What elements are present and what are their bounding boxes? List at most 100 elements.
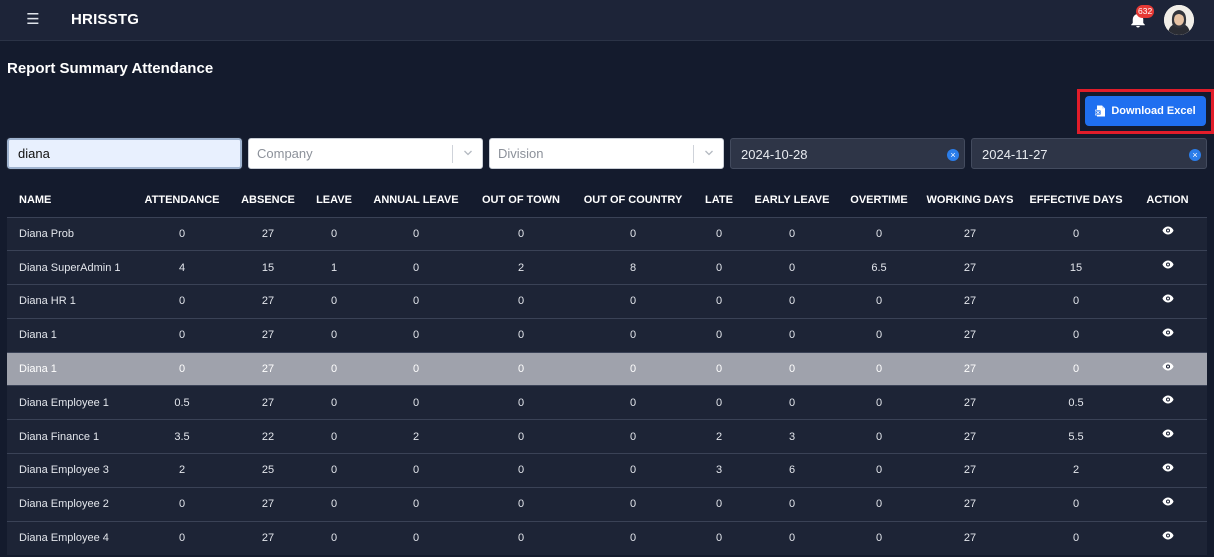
cell-early-leave: 0 xyxy=(788,363,796,376)
cell-overtime: 0 xyxy=(875,396,883,409)
cell-annual-leave: 0 xyxy=(412,498,420,511)
table-row[interactable]: Diana Prob 0 27 0 0 0 0 0 0 0 27 0 xyxy=(7,217,1207,251)
cell-leave: 0 xyxy=(330,498,338,511)
user-avatar[interactable] xyxy=(1164,5,1194,35)
eye-icon[interactable] xyxy=(1162,260,1174,269)
cell-early-leave: 0 xyxy=(788,261,796,274)
table-row[interactable]: Diana 1 0 27 0 0 0 0 0 0 0 27 0 xyxy=(7,352,1207,386)
eye-icon[interactable] xyxy=(1162,328,1174,337)
eye-icon[interactable] xyxy=(1162,463,1174,472)
table-row[interactable]: Diana 1 0 27 0 0 0 0 0 0 0 27 0 xyxy=(7,318,1207,353)
cell-absence: 27 xyxy=(261,329,275,342)
cell-effective-days: 0 xyxy=(1072,329,1080,342)
cell-working-days: 27 xyxy=(963,430,977,443)
cell-annual-leave: 0 xyxy=(412,396,420,409)
cell-annual-leave: 0 xyxy=(412,329,420,342)
cell-attendance: 4 xyxy=(178,261,186,274)
cell-early-leave: 0 xyxy=(788,295,796,308)
eye-icon[interactable] xyxy=(1162,531,1174,540)
cell-annual-leave: 0 xyxy=(412,464,420,477)
eye-icon[interactable] xyxy=(1162,395,1174,404)
table-row[interactable]: Diana Employee 1 0.5 27 0 0 0 0 0 0 0 27 0.5 xyxy=(7,385,1207,420)
cell-out-of-town: 0 xyxy=(517,396,525,409)
table-header-row: NAME ATTENDANCE ABSENCE LEAVE ANNUAL LEAVE OU… xyxy=(7,184,1207,217)
division-select[interactable]: Division xyxy=(489,138,724,169)
cell-effective-days: 15 xyxy=(1069,261,1083,274)
cell-out-of-town: 0 xyxy=(517,532,525,545)
cell-annual-leave: 0 xyxy=(412,261,420,274)
table-row[interactable]: Diana HR 1 0 27 0 0 0 0 0 0 0 27 0 xyxy=(7,284,1207,319)
eye-icon[interactable] xyxy=(1162,226,1174,235)
table-row[interactable]: Diana SuperAdmin 1 4 15 1 0 2 8 0 0 6.5 27 15 xyxy=(7,250,1207,285)
clear-end-date-icon[interactable]: × xyxy=(1189,149,1201,161)
cell-action xyxy=(1128,352,1207,386)
column-header-absence: ABSENCE xyxy=(241,194,295,207)
cell-leave: 0 xyxy=(330,430,338,443)
end-date-field[interactable]: 2024-11-27 × xyxy=(971,138,1207,169)
cell-overtime: 0 xyxy=(875,464,883,477)
table-row[interactable]: Diana Employee 2 0 27 0 0 0 0 0 0 0 27 0 xyxy=(7,487,1207,522)
cell-annual-leave: 0 xyxy=(412,363,420,376)
cell-attendance: 0.5 xyxy=(174,396,190,409)
cell-annual-leave: 0 xyxy=(412,532,420,545)
cell-overtime: 0 xyxy=(875,295,883,308)
hamburger-icon[interactable]: ☰ xyxy=(25,11,41,29)
cell-effective-days: 0 xyxy=(1072,295,1080,308)
cell-late: 0 xyxy=(715,227,723,240)
cell-out-of-country: 0 xyxy=(629,295,637,308)
attendance-table: NAME ATTENDANCE ABSENCE LEAVE ANNUAL LEAVE OU… xyxy=(7,184,1207,555)
excel-file-icon xyxy=(1095,105,1106,117)
cell-name: Diana 1 xyxy=(19,363,57,376)
cell-out-of-town: 0 xyxy=(517,498,525,511)
cell-action xyxy=(1128,521,1207,555)
cell-late: 0 xyxy=(715,532,723,545)
cell-attendance: 0 xyxy=(178,363,186,376)
table-row[interactable]: Diana Finance 1 3.5 22 0 2 0 0 2 3 0 27 5.5 xyxy=(7,419,1207,454)
cell-absence: 15 xyxy=(261,261,275,274)
cell-absence: 22 xyxy=(261,430,275,443)
column-header-working-days: WORKING DAYS xyxy=(926,194,1014,207)
start-date-field[interactable]: 2024-10-28 × xyxy=(730,138,965,169)
cell-name: Diana HR 1 xyxy=(19,295,76,308)
chevron-down-icon xyxy=(464,150,472,156)
download-excel-button[interactable]: Download Excel xyxy=(1085,96,1206,126)
cell-absence: 27 xyxy=(261,396,275,409)
cell-working-days: 27 xyxy=(963,261,977,274)
company-select[interactable]: Company xyxy=(248,138,483,169)
column-header-effective-days: EFFECTIVE DAYS xyxy=(1029,194,1123,207)
cell-early-leave: 0 xyxy=(788,329,796,342)
cell-out-of-country: 0 xyxy=(629,498,637,511)
cell-leave: 0 xyxy=(330,532,338,545)
cell-out-of-country: 0 xyxy=(629,430,637,443)
table-row[interactable]: Diana Employee 3 2 25 0 0 0 0 3 6 0 27 2 xyxy=(7,453,1207,488)
app-title: HRISSTG xyxy=(71,11,140,28)
search-input-value: diana xyxy=(18,146,50,161)
cell-out-of-town: 0 xyxy=(517,329,525,342)
cell-leave: 0 xyxy=(330,227,338,240)
table-row[interactable]: Diana Employee 4 0 27 0 0 0 0 0 0 0 27 0 xyxy=(7,521,1207,555)
cell-action xyxy=(1128,420,1207,454)
cell-leave: 1 xyxy=(330,261,338,274)
cell-leave: 0 xyxy=(330,464,338,477)
cell-action xyxy=(1128,251,1207,285)
cell-out-of-town: 0 xyxy=(517,227,525,240)
select-separator xyxy=(452,145,453,163)
cell-overtime: 0 xyxy=(875,329,883,342)
cell-overtime: 6.5 xyxy=(871,261,887,274)
eye-icon[interactable] xyxy=(1162,429,1174,438)
search-input[interactable]: diana xyxy=(6,137,243,170)
end-date-value: 2024-11-27 xyxy=(982,147,1048,162)
cell-action xyxy=(1128,217,1207,251)
eye-icon[interactable] xyxy=(1162,497,1174,506)
eye-icon[interactable] xyxy=(1162,294,1174,303)
cell-out-of-town: 0 xyxy=(517,430,525,443)
cell-working-days: 27 xyxy=(963,396,977,409)
clear-start-date-icon[interactable]: × xyxy=(947,149,959,161)
eye-icon[interactable] xyxy=(1162,362,1174,371)
cell-early-leave: 0 xyxy=(788,396,796,409)
cell-name: Diana Prob xyxy=(19,227,75,240)
start-date-value: 2024-10-28 xyxy=(741,147,808,162)
cell-attendance: 2 xyxy=(178,464,186,477)
division-placeholder: Division xyxy=(498,146,544,161)
cell-annual-leave: 0 xyxy=(412,227,420,240)
